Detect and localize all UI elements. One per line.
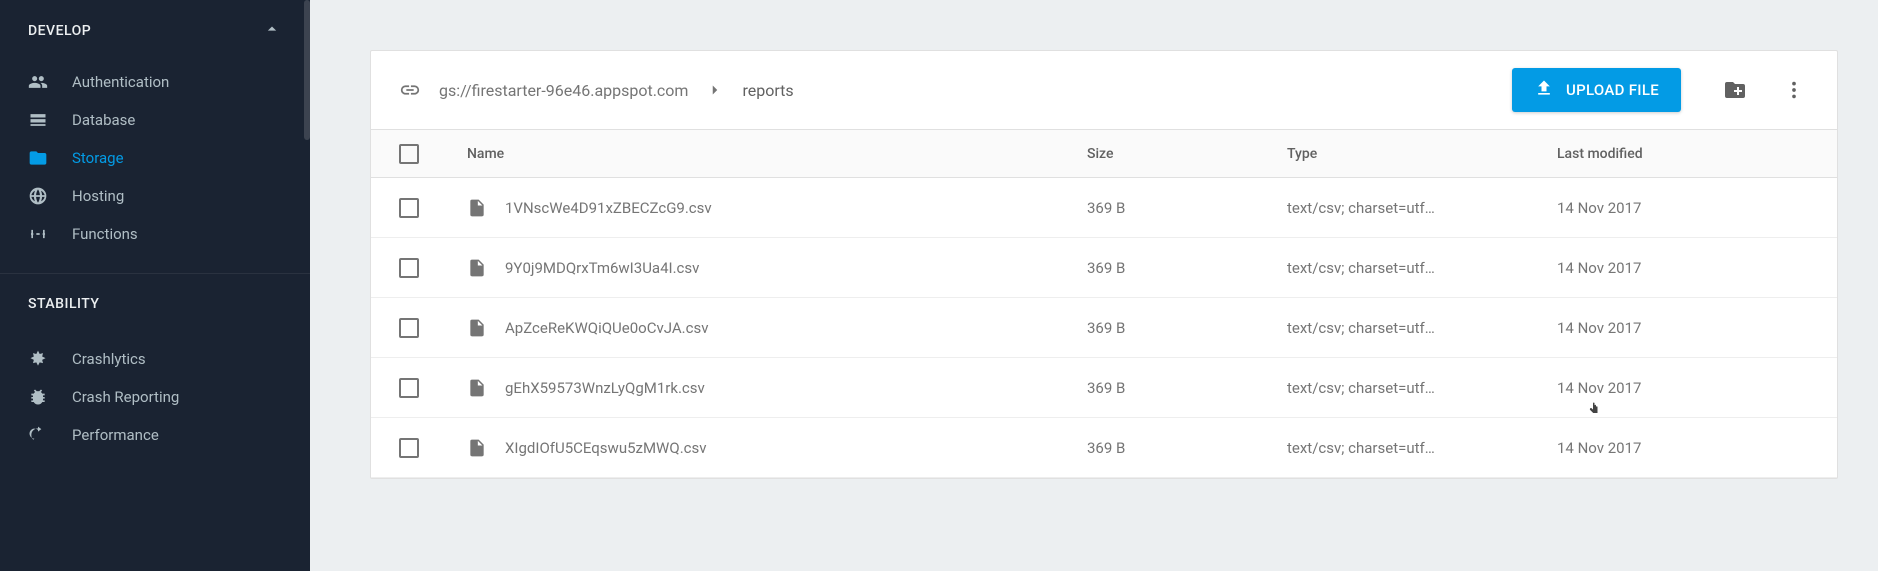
file-name: ApZceReKWQiQUe0oCvJA.csv bbox=[505, 319, 708, 337]
storage-card: gs://firestarter-96e46.appspot.com repor… bbox=[370, 50, 1838, 479]
cell-modified: 14 Nov 2017 bbox=[1557, 259, 1837, 277]
table-body: 1VNscWe4D91xZBECZcG9.csv369 Btext/csv; c… bbox=[371, 178, 1837, 478]
sidebar-item-label: Authentication bbox=[72, 73, 169, 91]
folder-icon bbox=[28, 148, 48, 168]
functions-icon bbox=[28, 224, 48, 244]
new-folder-button[interactable] bbox=[1719, 74, 1751, 106]
cell-modified: 14 Nov 2017 bbox=[1557, 439, 1837, 457]
cell-size: 369 B bbox=[1087, 259, 1287, 277]
row-checkbox[interactable] bbox=[399, 378, 419, 398]
sidebar-item-label: Functions bbox=[72, 225, 138, 243]
sidebar-item-label: Crashlytics bbox=[72, 350, 146, 368]
file-icon bbox=[467, 318, 487, 338]
cell-name[interactable]: gEhX59573WnzLyQgM1rk.csv bbox=[467, 378, 1087, 398]
table-row[interactable]: 9Y0j9MDQrxTm6wI3Ua4I.csv 369 Btext/csv; c… bbox=[371, 238, 1837, 298]
cell-type: text/csv; charset=utf… bbox=[1287, 199, 1557, 217]
row-checkbox[interactable] bbox=[399, 258, 419, 278]
cell-name[interactable]: 1VNscWe4D91xZBECZcG9.csv bbox=[467, 198, 1087, 218]
cell-size: 369 B bbox=[1087, 199, 1287, 217]
scrollbar[interactable] bbox=[304, 0, 310, 140]
cell-modified: 14 Nov 2017 bbox=[1557, 319, 1837, 337]
cell-name[interactable]: XIgdIOfU5CEqswu5zMWQ.csv bbox=[467, 438, 1087, 458]
breadcrumb-bucket[interactable]: gs://firestarter-96e46.appspot.com bbox=[439, 81, 688, 100]
cell-type: text/csv; charset=utf… bbox=[1287, 439, 1557, 457]
file-icon bbox=[467, 198, 487, 218]
breadcrumb: gs://firestarter-96e46.appspot.com repor… bbox=[399, 79, 1512, 101]
bug-icon bbox=[28, 387, 48, 407]
column-header-size[interactable]: Size bbox=[1087, 146, 1287, 162]
sidebar-item-authentication[interactable]: Authentication bbox=[0, 63, 310, 101]
file-name: XIgdIOfU5CEqswu5zMWQ.csv bbox=[505, 439, 707, 457]
sidebar-section-stability: STABILITY Crashlytics Crash Reporting Pe… bbox=[0, 274, 310, 454]
cell-type: text/csv; charset=utf… bbox=[1287, 259, 1557, 277]
sidebar-item-label: Hosting bbox=[72, 187, 124, 205]
people-icon bbox=[28, 72, 48, 92]
cursor-icon bbox=[1584, 401, 1602, 423]
cell-name[interactable]: ApZceReKWQiQUe0oCvJA.csv bbox=[467, 318, 1087, 338]
crashlytics-icon bbox=[28, 349, 48, 369]
section-title: STABILITY bbox=[28, 296, 99, 312]
breadcrumb-path[interactable]: reports bbox=[742, 81, 793, 100]
select-all-checkbox[interactable] bbox=[399, 144, 419, 164]
sidebar-item-performance[interactable]: Performance bbox=[0, 416, 310, 454]
table-row[interactable]: gEhX59573WnzLyQgM1rk.csv 369 Btext/csv; c… bbox=[371, 358, 1837, 418]
row-checkbox[interactable] bbox=[399, 438, 419, 458]
row-checkbox[interactable] bbox=[399, 318, 419, 338]
cell-size: 369 B bbox=[1087, 439, 1287, 457]
chevron-right-icon bbox=[706, 81, 724, 99]
toolbar: gs://firestarter-96e46.appspot.com repor… bbox=[371, 51, 1837, 130]
table-row[interactable]: XIgdIOfU5CEqswu5zMWQ.csv 369 Btext/csv; c… bbox=[371, 418, 1837, 478]
section-header-stability[interactable]: STABILITY bbox=[0, 274, 310, 334]
link-icon[interactable] bbox=[399, 79, 421, 101]
sidebar-item-functions[interactable]: Functions bbox=[0, 215, 310, 253]
sidebar-section-develop: DEVELOP Authentication Database bbox=[0, 5, 310, 273]
gauge-icon bbox=[28, 425, 48, 445]
toolbar-actions bbox=[1719, 74, 1809, 106]
database-icon bbox=[28, 110, 48, 130]
file-icon bbox=[467, 258, 487, 278]
file-icon bbox=[467, 378, 487, 398]
main-content: gs://firestarter-96e46.appspot.com repor… bbox=[310, 0, 1878, 571]
upload-file-button[interactable]: UPLOAD FILE bbox=[1512, 68, 1681, 112]
cell-type: text/csv; charset=utf… bbox=[1287, 319, 1557, 337]
cell-size: 369 B bbox=[1087, 319, 1287, 337]
more-menu-button[interactable] bbox=[1779, 75, 1809, 105]
file-name: gEhX59573WnzLyQgM1rk.csv bbox=[505, 379, 705, 397]
section-title: DEVELOP bbox=[28, 23, 91, 39]
globe-icon bbox=[28, 186, 48, 206]
sidebar: DEVELOP Authentication Database bbox=[0, 0, 310, 571]
upload-label: UPLOAD FILE bbox=[1566, 81, 1659, 99]
sidebar-item-database[interactable]: Database bbox=[0, 101, 310, 139]
sidebar-item-crash-reporting[interactable]: Crash Reporting bbox=[0, 378, 310, 416]
cell-type: text/csv; charset=utf… bbox=[1287, 379, 1557, 397]
sidebar-item-label: Storage bbox=[72, 149, 124, 167]
sidebar-item-crashlytics[interactable]: Crashlytics bbox=[0, 340, 310, 378]
row-checkbox[interactable] bbox=[399, 198, 419, 218]
sidebar-item-label: Crash Reporting bbox=[72, 388, 179, 406]
sidebar-item-storage[interactable]: Storage bbox=[0, 139, 310, 177]
sidebar-item-hosting[interactable]: Hosting bbox=[0, 177, 310, 215]
upload-icon bbox=[1534, 78, 1554, 102]
cell-modified: 14 Nov 2017 bbox=[1557, 199, 1837, 217]
column-header-modified[interactable]: Last modified bbox=[1557, 146, 1837, 162]
section-header-develop[interactable]: DEVELOP bbox=[0, 5, 310, 57]
cell-size: 369 B bbox=[1087, 379, 1287, 397]
sidebar-item-label: Database bbox=[72, 111, 135, 129]
file-name: 1VNscWe4D91xZBECZcG9.csv bbox=[505, 199, 712, 217]
table-header: Name Size Type Last modified bbox=[371, 130, 1837, 178]
file-name: 9Y0j9MDQrxTm6wI3Ua4I.csv bbox=[505, 259, 699, 277]
cell-name[interactable]: 9Y0j9MDQrxTm6wI3Ua4I.csv bbox=[467, 258, 1087, 278]
column-header-name[interactable]: Name bbox=[467, 146, 1087, 162]
sidebar-item-label: Performance bbox=[72, 426, 159, 444]
chevron-up-icon bbox=[262, 19, 282, 43]
table-row[interactable]: ApZceReKWQiQUe0oCvJA.csv 369 Btext/csv; c… bbox=[371, 298, 1837, 358]
table-row[interactable]: 1VNscWe4D91xZBECZcG9.csv 369 Btext/csv; c… bbox=[371, 178, 1837, 238]
file-icon bbox=[467, 438, 487, 458]
file-table: Name Size Type Last modified 1VNscWe4D91… bbox=[371, 130, 1837, 478]
cell-modified: 14 Nov 2017 bbox=[1557, 379, 1837, 397]
column-header-type[interactable]: Type bbox=[1287, 146, 1557, 162]
